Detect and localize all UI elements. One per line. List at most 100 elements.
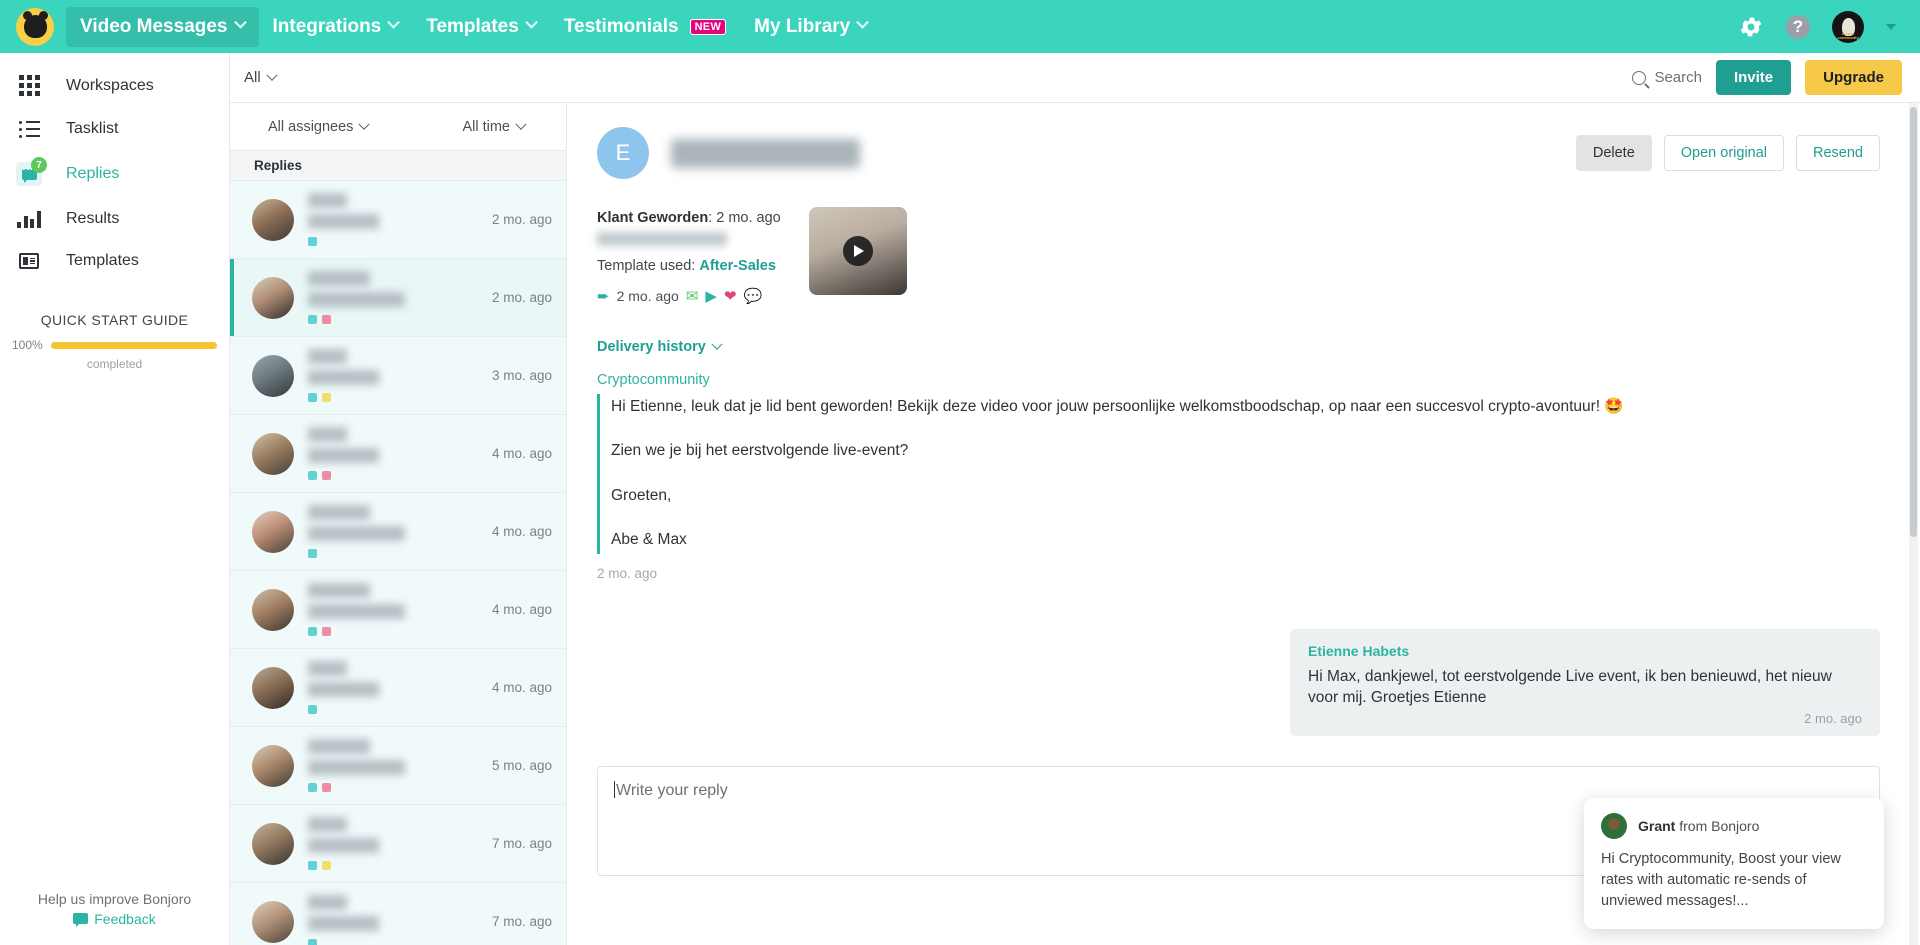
list-item-time: 2 mo. ago xyxy=(491,290,552,305)
assignee-filter-dropdown[interactable]: All assignees xyxy=(268,118,371,135)
avatar xyxy=(252,744,294,787)
quick-start-percent: 100% xyxy=(12,338,43,352)
list-item[interactable]: Onboarding 4 mo. ago xyxy=(230,415,566,493)
list-item-tags xyxy=(308,861,478,870)
list-item[interactable]: Klant Geworden 2 mo. ago xyxy=(230,259,566,337)
avatar xyxy=(252,510,294,553)
template-card-icon xyxy=(14,253,44,269)
sidebar-item-replies[interactable]: 7 Replies xyxy=(0,150,229,198)
help-icon[interactable]: ? xyxy=(1786,14,1810,39)
intercom-message-widget[interactable]: Grant from Bonjoro Hi Cryptocommunity, B… xyxy=(1584,797,1884,929)
message-paragraph: Groeten, xyxy=(611,486,672,504)
list-item-name xyxy=(308,583,371,598)
avatar[interactable]: crypto community xyxy=(1832,10,1864,43)
list-item[interactable]: Onboarding 2 mo. ago xyxy=(230,181,566,259)
time-filter-dropdown[interactable]: All time xyxy=(462,118,527,135)
detail-scrollbar[interactable] xyxy=(1909,103,1918,945)
message-paragraph: Zien we je bij het eerstvolgende live-ev… xyxy=(611,442,909,460)
sidebar-item-results[interactable]: Results xyxy=(0,198,229,240)
list-item-time: 7 mo. ago xyxy=(491,836,552,851)
message-time: 2 mo. ago xyxy=(597,565,658,581)
scope-filter-dropdown[interactable]: All xyxy=(244,69,278,86)
quick-start-guide[interactable]: QUICK START GUIDE 100% completed xyxy=(0,304,229,371)
sidebar-item-label: Tasklist xyxy=(66,120,119,137)
quick-start-progress-row: 100% xyxy=(12,338,217,352)
feedback-link[interactable]: Feedback xyxy=(73,910,156,927)
avatar-caption: crypto community xyxy=(1837,30,1859,40)
sidebar-item-workspaces[interactable]: Workspaces xyxy=(0,63,229,108)
send-icon: ➨ xyxy=(597,287,610,305)
chevron-down-icon xyxy=(387,15,401,29)
play-icon: ▶ xyxy=(705,287,717,305)
list-item-meta: Klant Geworden xyxy=(308,505,478,558)
bonjoro-bear-logo[interactable] xyxy=(16,7,54,46)
delete-button[interactable]: Delete xyxy=(1575,135,1652,171)
replies-list-pane: All assignees All time Replies Onboardin… xyxy=(230,103,567,945)
detail-actions: Delete Open original Resend xyxy=(1575,135,1880,171)
tag-dot xyxy=(308,549,317,558)
quick-start-progress-bar xyxy=(50,341,217,349)
list-item-tags xyxy=(308,939,478,945)
delivery-status-row: ➨ 2 mo. ago ✉ ▶ ❤ 💬 xyxy=(597,285,781,308)
invite-button[interactable]: Invite xyxy=(1715,60,1792,95)
sidebar-item-templates[interactable]: Templates xyxy=(0,240,229,282)
nav-item-video-messages[interactable]: Video Messages xyxy=(66,6,259,47)
grid-icon xyxy=(14,75,44,96)
list-item-tags xyxy=(308,315,478,324)
resend-button[interactable]: Resend xyxy=(1796,135,1880,171)
chevron-down-icon xyxy=(233,15,247,29)
chevron-down-icon xyxy=(266,69,278,81)
message-meta-text: Klant Geworden: 2 mo. ago Template used:… xyxy=(597,207,781,308)
sidebar-item-label: Results xyxy=(66,210,120,227)
chevron-down-icon xyxy=(856,15,870,29)
list-item-name xyxy=(308,661,347,676)
list-item[interactable]: Onboarding 3 mo. ago xyxy=(230,337,566,415)
detail-header: E Etienne Habets Delete Open original Re… xyxy=(567,103,1920,189)
sidebar-item-tasklist[interactable]: Tasklist xyxy=(0,108,229,150)
feedback-prompt: Help us improve Bonjoro xyxy=(37,890,192,907)
panes: All assignees All time Replies Onboardin… xyxy=(230,103,1920,945)
list-item-name xyxy=(308,739,371,754)
nav-item-my-library[interactable]: My Library xyxy=(740,7,881,47)
nav-item-testimonials[interactable]: Testimonials NEW xyxy=(550,7,740,47)
feedback-link-label: Feedback xyxy=(94,910,156,927)
list-item-meta: Onboarding xyxy=(308,895,478,945)
list-item-subtitle: Onboarding xyxy=(308,682,379,697)
tag-dot xyxy=(308,315,317,324)
replies-count-badge: 7 xyxy=(31,157,47,173)
list-item[interactable]: Klant Geworden 4 mo. ago xyxy=(230,571,566,649)
app-root: Video Messages Integrations Templates Te… xyxy=(0,0,1920,945)
tag-dot xyxy=(308,393,317,402)
avatar xyxy=(252,666,294,709)
play-icon xyxy=(842,236,873,266)
replies-list[interactable]: Onboarding 2 mo. ago Klant Geworden 2 mo. … xyxy=(230,181,566,945)
search-button[interactable]: Search xyxy=(1632,69,1702,86)
chevron-down-icon[interactable] xyxy=(1886,23,1896,30)
nav-item-templates[interactable]: Templates xyxy=(412,7,550,47)
time-filter-label: All time xyxy=(462,118,510,135)
list-item-meta: Onboarding xyxy=(308,427,478,480)
gear-icon[interactable] xyxy=(1738,14,1764,40)
list-item-tags xyxy=(308,705,478,714)
tag-dot xyxy=(322,393,331,402)
template-link[interactable]: After-Sales xyxy=(699,258,776,274)
list-item-name xyxy=(308,817,347,832)
body-wrapper: Workspaces Tasklist 7 Replies Results Te… xyxy=(0,53,1920,945)
contact-name: Etienne Habets xyxy=(671,138,860,168)
delivery-history-toggle[interactable]: Delivery history xyxy=(597,338,723,355)
upgrade-button[interactable]: Upgrade xyxy=(1805,60,1902,95)
list-item[interactable]: Onboarding 7 mo. ago xyxy=(230,883,566,945)
tag-dot xyxy=(308,783,317,792)
contact-email-line xyxy=(597,231,781,255)
text-cursor xyxy=(614,781,615,799)
list-item[interactable]: Onboarding 4 mo. ago xyxy=(230,649,566,727)
list-item[interactable]: Onboarding 7 mo. ago xyxy=(230,805,566,883)
agent-avatar xyxy=(1601,812,1627,839)
tag-dot xyxy=(322,861,331,870)
video-thumbnail[interactable] xyxy=(808,207,907,295)
open-original-button[interactable]: Open original xyxy=(1663,135,1785,171)
list-item[interactable]: Klant Geworden 4 mo. ago xyxy=(230,493,566,571)
message-paragraph: Abe & Max xyxy=(611,531,687,549)
nav-item-integrations[interactable]: Integrations xyxy=(259,7,413,47)
list-item[interactable]: Klant Geworden 5 mo. ago xyxy=(230,727,566,805)
